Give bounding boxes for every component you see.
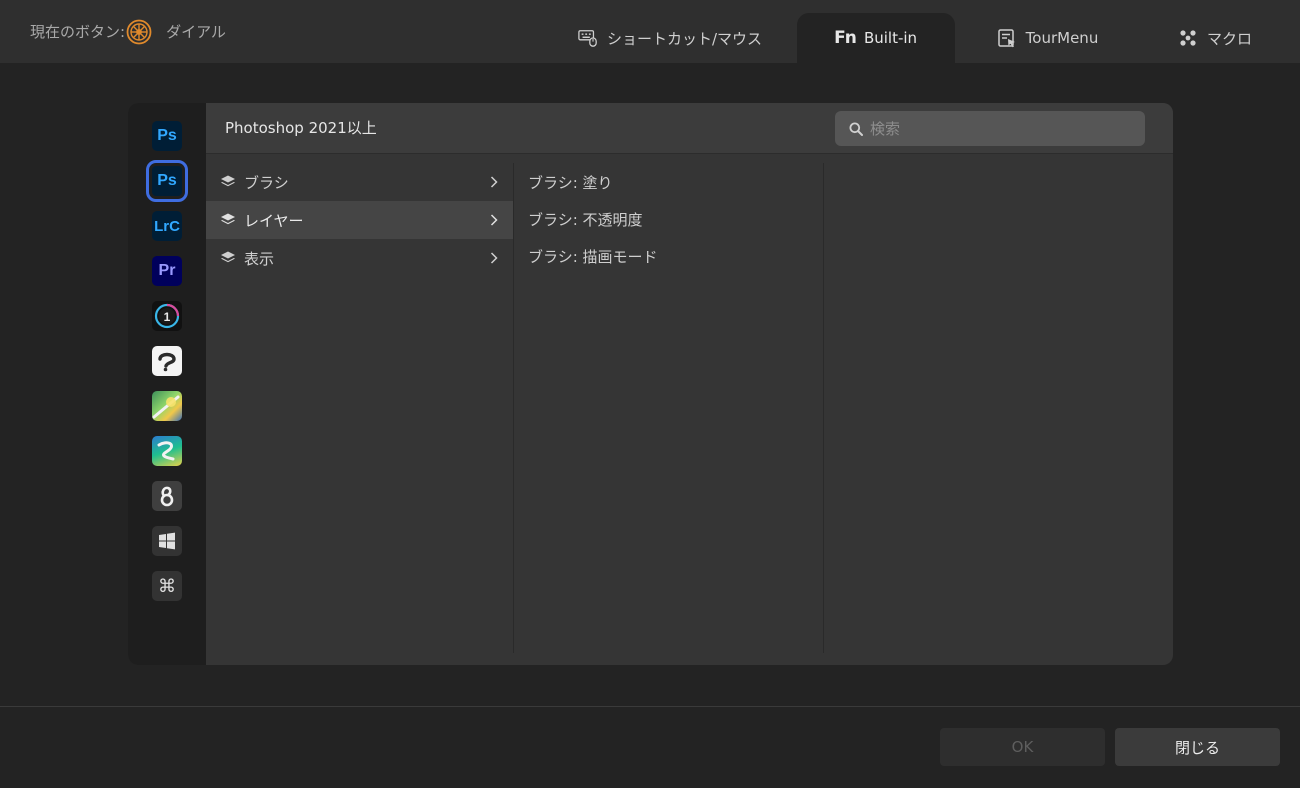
chevron-right-icon	[490, 214, 498, 226]
category-item-view[interactable]: 表示	[206, 239, 513, 277]
current-button-value: ダイアル	[166, 23, 226, 41]
content-header: Photoshop 2021以上	[206, 103, 1173, 154]
function-content: Photoshop 2021以上 ブラシ	[206, 103, 1173, 665]
ok-button[interactable]: OK	[940, 728, 1105, 766]
app-clip-studio[interactable]	[152, 346, 182, 376]
tab-tourmenu-label: TourMenu	[1025, 29, 1099, 47]
close-button[interactable]: 閉じる	[1115, 728, 1280, 766]
layers-icon	[221, 251, 235, 263]
search-input[interactable]	[870, 119, 1130, 138]
category-label: ブラシ	[244, 173, 289, 192]
windows-icon	[159, 532, 175, 550]
category-item-layer[interactable]: レイヤー	[206, 201, 513, 239]
function-picker-panel: Ps Ps LrC Pr 1 ⌘ Photoshop 2021以上 検索 ブラシ…	[128, 103, 1173, 665]
app-sidebar: Ps Ps LrC Pr 1 ⌘	[128, 103, 206, 665]
selected-app-title: Photoshop 2021以上	[225, 119, 377, 137]
search-box[interactable]	[835, 111, 1145, 146]
tab-macro[interactable]: マクロ	[1160, 13, 1270, 63]
function-list: ブラシ: 塗り ブラシ: 不透明度 ブラシ: 描画モード	[515, 163, 824, 653]
tab-tourmenu[interactable]: TourMenu	[980, 13, 1115, 63]
keyboard-mouse-icon	[578, 28, 598, 48]
function-item-brush-blend-mode[interactable]: ブラシ: 描画モード	[515, 238, 823, 275]
tab-macro-label: マクロ	[1206, 29, 1252, 48]
layers-icon	[221, 175, 235, 187]
chevron-right-icon	[490, 176, 498, 188]
app-photoshop-2021[interactable]: Ps	[146, 160, 188, 202]
current-button-indicator: 現在のボタン: ダイアル	[30, 0, 226, 63]
app-krita[interactable]	[152, 391, 182, 421]
capture-one-icon: 1	[154, 303, 180, 329]
app-lightroom-classic[interactable]: LrC	[152, 211, 182, 241]
app-capture-one[interactable]: 1	[152, 301, 182, 331]
category-label: 表示	[244, 249, 275, 268]
tab-built-in[interactable]: Fn Built-in	[797, 13, 955, 63]
macro-icon	[1178, 28, 1198, 48]
command-icon: ⌘	[158, 575, 176, 596]
clip-studio-icon	[158, 352, 176, 372]
app-photoshop[interactable]: Ps	[152, 121, 182, 151]
top-bar: 現在のボタン: ダイアル ショートカット/マウス Fn Built-in Tou…	[0, 0, 1300, 63]
tab-shortcut-mouse[interactable]: ショートカット/マウス	[565, 13, 775, 63]
current-button-label: 現在のボタン:	[30, 23, 126, 41]
app-rebelle[interactable]	[152, 436, 182, 466]
layers-icon	[221, 213, 235, 225]
app-windows[interactable]	[152, 526, 182, 556]
footer-divider	[0, 706, 1300, 707]
tourmenu-icon	[997, 28, 1017, 48]
lightroom-classic-icon: LrC	[154, 217, 180, 235]
function-item-brush-fill[interactable]: ブラシ: 塗り	[515, 163, 823, 201]
search-icon	[849, 122, 863, 136]
app-custom[interactable]	[152, 481, 182, 511]
tab-built-in-label: Built-in	[863, 29, 918, 47]
app-premiere-pro[interactable]: Pr	[152, 256, 182, 286]
photoshop-icon: Ps	[157, 172, 177, 189]
app-6-icon	[160, 486, 174, 507]
svg-text:1: 1	[164, 310, 171, 324]
dial-icon	[126, 19, 152, 44]
function-item-brush-opacity[interactable]: ブラシ: 不透明度	[515, 201, 823, 238]
premiere-pro-icon: Pr	[158, 262, 176, 279]
category-label: レイヤー	[244, 211, 304, 230]
app-system[interactable]: ⌘	[152, 571, 182, 601]
detail-column	[825, 163, 1173, 653]
category-item-brush[interactable]: ブラシ	[206, 163, 513, 201]
tab-shortcut-mouse-label: ショートカット/マウス	[606, 29, 763, 48]
photoshop-icon: Ps	[157, 127, 177, 144]
category-list: ブラシ レイヤー 表示	[206, 163, 514, 653]
chevron-right-icon	[490, 252, 498, 264]
rebelle-icon	[157, 441, 175, 461]
krita-icon	[152, 395, 180, 419]
fn-icon: Fn	[834, 28, 857, 48]
